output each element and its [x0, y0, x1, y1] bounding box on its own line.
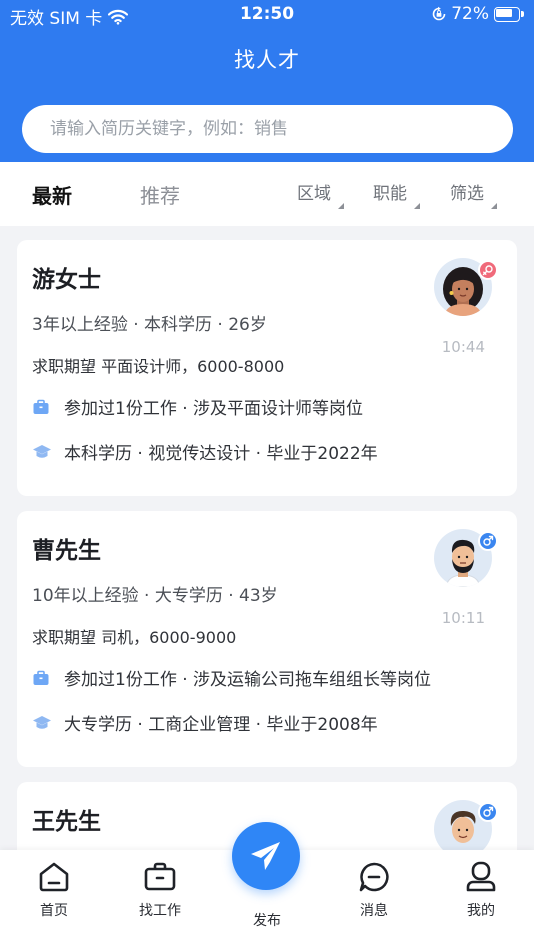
filter-screen[interactable]: 筛选 — [450, 179, 497, 209]
briefcase-icon — [32, 669, 50, 687]
battery-percent: 72% — [451, 4, 489, 24]
candidate-expectation: 求职期望 平面设计师，6000-8000 — [32, 357, 285, 376]
filter-screen-label: 筛选 — [450, 184, 484, 204]
home-icon — [39, 862, 69, 892]
male-gender-icon — [478, 531, 498, 551]
nav-publish-label: 发布 — [253, 913, 281, 929]
candidate-expectation: 求职期望 司机，6000-9000 — [32, 628, 237, 647]
nav-jobs[interactable]: 找工作 — [120, 860, 200, 920]
nav-home[interactable]: 首页 — [14, 860, 94, 920]
education-line: 本科学历 · 视觉传达设计 · 毕业于2022年 — [32, 439, 378, 464]
briefcase-icon — [32, 398, 50, 416]
avatar — [434, 258, 498, 316]
nav-mine[interactable]: 我的 — [441, 860, 521, 920]
message-icon — [359, 862, 389, 892]
candidate-card[interactable]: 游女士 3年以上经验 · 本科学历 · 26岁 求职期望 平面设计师，6000-… — [17, 240, 517, 496]
page-title: 找人才 — [234, 48, 300, 72]
female-gender-icon — [478, 260, 498, 280]
dropdown-triangle-icon — [338, 203, 344, 209]
education-text: 大专学历 · 工商企业管理 · 毕业于2008年 — [64, 715, 378, 735]
nav-messages[interactable]: 消息 — [334, 860, 414, 920]
search-input[interactable] — [22, 105, 513, 153]
tabs-row: 最新 推荐 区域 职能 筛选 — [0, 162, 534, 226]
battery-icon — [494, 6, 524, 22]
candidate-name: 曹先生 — [32, 538, 101, 564]
candidate-name: 王先生 — [32, 809, 101, 835]
nav-home-label: 首页 — [40, 903, 68, 919]
filter-function-label: 职能 — [373, 184, 407, 204]
work-experience-line: 参加过1份工作 · 涉及平面设计师等岗位 — [32, 394, 363, 419]
update-time: 10:44 — [441, 338, 485, 356]
dropdown-triangle-icon — [491, 203, 497, 209]
update-time: 10:11 — [441, 609, 485, 627]
nav-mine-label: 我的 — [467, 903, 495, 919]
education-text: 本科学历 · 视觉传达设计 · 毕业于2022年 — [64, 444, 378, 464]
status-bar: 无效 SIM 卡 12:50 72% — [0, 0, 534, 30]
tab-recommend[interactable]: 推荐 — [140, 180, 180, 209]
header: 无效 SIM 卡 12:50 72% 找人才 请输入简历关键字，例如：销售 — [0, 0, 534, 162]
work-experience-line: 参加过1份工作 · 涉及运输公司拖车组组长等岗位 — [32, 665, 431, 690]
filter-region[interactable]: 区域 — [297, 179, 344, 209]
candidate-summary: 10年以上经验 · 大专学历 · 43岁 — [32, 586, 278, 606]
filter-region-label: 区域 — [297, 184, 331, 204]
briefcase-icon — [144, 862, 176, 891]
nav-messages-label: 消息 — [360, 903, 388, 919]
publish-button[interactable] — [232, 822, 300, 890]
dropdown-triangle-icon — [414, 203, 420, 209]
education-line: 大专学历 · 工商企业管理 · 毕业于2008年 — [32, 710, 378, 735]
candidate-card[interactable]: 曹先生 10年以上经验 · 大专学历 · 43岁 求职期望 司机，6000-90… — [17, 511, 517, 767]
male-gender-icon — [478, 802, 498, 822]
tab-latest[interactable]: 最新 — [32, 180, 72, 209]
app-screen: 无效 SIM 卡 12:50 72% 找人才 请输入简历关键字，例如：销售 最新… — [0, 0, 534, 950]
status-right: 72% — [431, 4, 524, 24]
orientation-lock-icon — [431, 6, 447, 22]
work-experience-text: 参加过1份工作 · 涉及平面设计师等岗位 — [64, 399, 364, 419]
paper-plane-icon — [251, 842, 280, 870]
candidate-name: 游女士 — [32, 267, 101, 293]
work-experience-text: 参加过1份工作 · 涉及运输公司拖车组组长等岗位 — [64, 670, 432, 690]
graduation-cap-icon — [32, 714, 51, 732]
user-icon — [466, 861, 496, 892]
nav-jobs-label: 找工作 — [139, 903, 181, 919]
filter-function[interactable]: 职能 — [373, 179, 420, 209]
avatar — [434, 529, 498, 587]
candidate-summary: 3年以上经验 · 本科学历 · 26岁 — [32, 315, 267, 335]
graduation-cap-icon — [32, 443, 51, 461]
